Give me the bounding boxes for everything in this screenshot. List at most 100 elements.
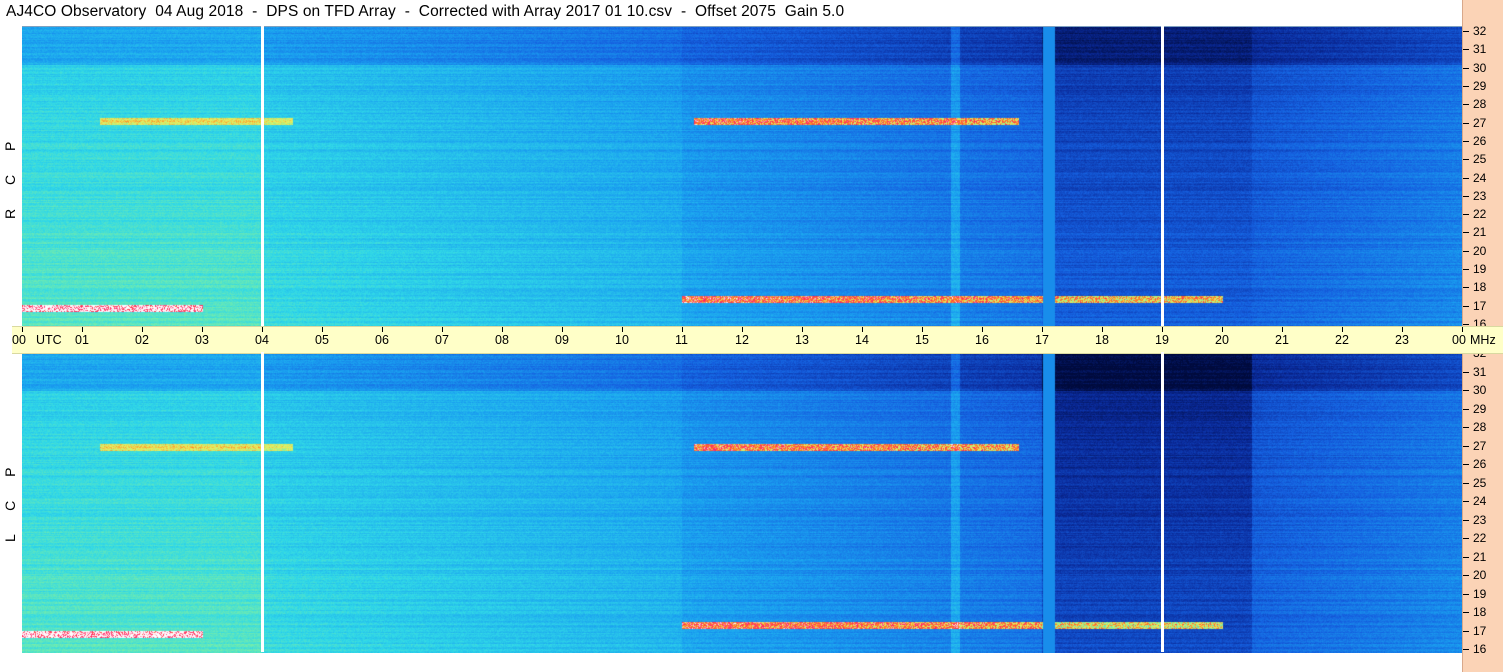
time-tick-mark: [1042, 327, 1043, 332]
frequency-tick-mark: [1463, 538, 1469, 539]
frequency-tick-mark: [1463, 195, 1469, 197]
time-tick-label: 22: [1335, 333, 1349, 347]
frequency-tick-label: 17: [1473, 623, 1487, 638]
lcp-spectrogram: [22, 352, 1462, 653]
time-tick-label: 13: [795, 333, 809, 347]
frequency-tick-mark: [1463, 501, 1469, 502]
frequency-tick-label: 25: [1473, 475, 1487, 490]
frequency-tick-label: 32: [1473, 24, 1487, 38]
time-tick-mark: [1102, 327, 1103, 332]
time-tick-mark: [1342, 327, 1343, 332]
frequency-tick-label: 21: [1473, 549, 1487, 564]
frequency-tick-mark: [1463, 214, 1469, 216]
time-tick-label: 00: [12, 333, 26, 347]
time-tick-mark: [922, 327, 923, 332]
frequency-tick-label: 31: [1473, 42, 1487, 57]
time-tick-label: 14: [855, 333, 869, 347]
frequency-tick-mark: [1463, 464, 1469, 465]
time-tick-label: 16: [975, 333, 989, 347]
time-tick-mark: [202, 327, 203, 332]
frequency-tick-mark: [1463, 104, 1469, 106]
frequency-tick-mark: [1463, 556, 1469, 558]
frequency-tick-label: 25: [1473, 152, 1487, 167]
time-tick-label: 12: [735, 333, 749, 347]
frequency-tick-mark: [1463, 177, 1469, 179]
frequency-tick-label: 30: [1473, 60, 1487, 75]
frequency-tick-mark: [1463, 287, 1469, 289]
frequency-tick-label: 26: [1473, 457, 1487, 471]
time-marker-line: [261, 26, 264, 326]
time-tick-mark: [22, 327, 23, 332]
frequency-tick-mark: [1463, 630, 1469, 632]
time-tick-mark: [622, 327, 623, 332]
time-tick-mark: [142, 327, 143, 332]
time-tick-label: 02: [135, 333, 149, 347]
time-tick-mark: [1222, 327, 1223, 332]
frequency-tick-label: 29: [1473, 401, 1487, 416]
rcp-label: R C P: [2, 131, 18, 219]
frequency-tick-label: 28: [1473, 97, 1487, 112]
time-tick-mark: [1162, 327, 1163, 332]
frequency-tick-label: 28: [1473, 420, 1487, 434]
time-tick-mark: [1282, 327, 1283, 332]
frequency-tick-mark: [1463, 31, 1469, 32]
rcp-heatmap-canvas: [22, 27, 1462, 327]
time-tick-label: 18: [1095, 333, 1109, 347]
time-tick-label: 01: [75, 333, 89, 347]
rcp-frequency-scale: 16 17 18 19 20 21 22 23 24 25 26 27 28 29 30 31 32: [1462, 0, 1503, 331]
time-tick-mark: [442, 327, 443, 332]
frequency-tick-mark: [1463, 390, 1469, 391]
time-unit-label: UTC: [36, 333, 62, 347]
frequency-tick-label: 27: [1473, 438, 1487, 453]
chart-title: AJ4CO Observatory 04 Aug 2018 - DPS on T…: [6, 3, 845, 20]
frequency-tick-mark: [1463, 371, 1469, 373]
frequency-tick-mark: [1463, 324, 1469, 325]
time-tick-mark: [262, 327, 263, 332]
time-tick-mark: [562, 327, 563, 332]
time-marker-line: [1161, 352, 1164, 652]
time-marker-line: [261, 352, 264, 652]
frequency-tick-mark: [1463, 232, 1469, 234]
frequency-tick-mark: [1463, 250, 1469, 252]
lcp-label: L C P: [2, 457, 18, 543]
frequency-tick-label: 23: [1473, 512, 1487, 527]
frequency-tick-label: 19: [1473, 262, 1487, 277]
frequency-tick-label: 27: [1473, 115, 1487, 130]
frequency-tick-label: 18: [1473, 605, 1487, 619]
frequency-tick-mark: [1463, 593, 1469, 595]
frequency-tick-mark: [1463, 482, 1469, 484]
frequency-tick-label: 23: [1473, 188, 1487, 203]
frequency-tick-label: 29: [1473, 78, 1487, 93]
frequency-tick-mark: [1463, 408, 1469, 410]
time-tick-mark: [1402, 327, 1403, 332]
frequency-tick-label: 22: [1473, 207, 1487, 222]
frequency-tick-mark: [1463, 649, 1469, 650]
time-marker-line: [1161, 26, 1164, 326]
frequency-tick-label: 20: [1473, 568, 1487, 582]
time-tick-label: 15: [915, 333, 929, 347]
time-axis: 00 01 02 03 04 05 06 07 08 09 10 11 12 13 14 15 16 17 18 19…: [12, 326, 1503, 354]
frequency-tick-mark: [1463, 159, 1469, 161]
time-tick-label: 17: [1035, 333, 1049, 347]
time-tick-mark: [1462, 327, 1463, 332]
time-tick-label: 19: [1155, 333, 1169, 347]
frequency-tick-mark: [1463, 427, 1469, 428]
time-tick-label: 10: [615, 333, 629, 347]
frequency-tick-mark: [1463, 269, 1469, 271]
time-tick-mark: [742, 327, 743, 332]
frequency-tick-label: 16: [1473, 642, 1487, 656]
time-tick-label: 20: [1215, 333, 1229, 347]
frequency-tick-label: 19: [1473, 586, 1487, 601]
frequency-tick-mark: [1463, 575, 1469, 576]
time-tick-label: 03: [195, 333, 209, 347]
frequency-tick-label: 24: [1473, 170, 1487, 185]
time-tick-mark: [502, 327, 503, 332]
lcp-heatmap-canvas: [22, 353, 1462, 653]
frequency-tick-label: 31: [1473, 364, 1487, 379]
lcp-frequency-scale: 1617181920212223242526272829303132: [1462, 346, 1503, 672]
frequency-tick-label: 22: [1473, 531, 1487, 545]
frequency-unit-label: MHz: [1470, 333, 1496, 347]
time-tick-mark: [682, 327, 683, 332]
frequency-tick-mark: [1463, 67, 1469, 69]
frequency-tick-mark: [1463, 122, 1469, 124]
